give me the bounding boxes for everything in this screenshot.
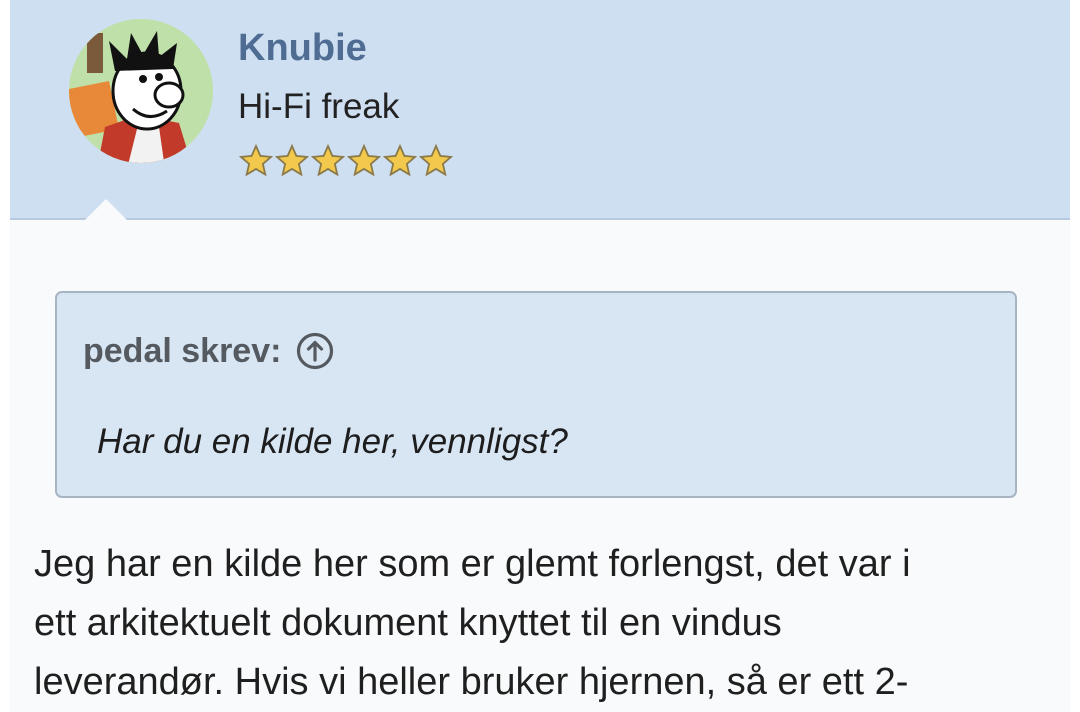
quote-text: Har du en kilde her, vennligst? — [97, 422, 568, 461]
star-icon — [274, 143, 310, 177]
quote-header: pedal skrev: — [83, 331, 335, 371]
star-icon — [346, 143, 382, 177]
username-link[interactable]: Knubie — [238, 26, 367, 70]
post-body-line: Jeg har en kilde her som er glemt forlen… — [34, 543, 911, 585]
star-icon — [418, 143, 454, 177]
page: Knubie Hi-Fi freak pedal skrev: Har du e… — [0, 0, 1080, 712]
post-user-header: Knubie Hi-Fi freak — [10, 0, 1070, 220]
header-pointer-arrow — [85, 199, 127, 220]
arrow-up-circle-icon[interactable] — [295, 331, 335, 371]
quote-block: pedal skrev: Har du en kilde her, vennli… — [55, 291, 1017, 498]
user-avatar[interactable] — [69, 19, 213, 163]
star-icon — [310, 143, 346, 177]
forum-post: Knubie Hi-Fi freak pedal skrev: Har du e… — [10, 0, 1070, 712]
post-body-line: leverandør. Hvis vi heller bruker hjerne… — [34, 661, 909, 703]
star-icon — [238, 143, 274, 177]
user-title: Hi-Fi freak — [238, 87, 400, 126]
post-body: Jeg har en kilde her som er glemt forlen… — [34, 535, 1054, 712]
quote-author-label[interactable]: pedal skrev: — [83, 331, 281, 371]
post-body-line: ett arkitektuelt dokument knyttet til en… — [34, 602, 782, 644]
user-rating-stars — [238, 143, 454, 179]
cartoon-character-avatar-icon — [69, 19, 213, 163]
star-icon — [382, 143, 418, 177]
